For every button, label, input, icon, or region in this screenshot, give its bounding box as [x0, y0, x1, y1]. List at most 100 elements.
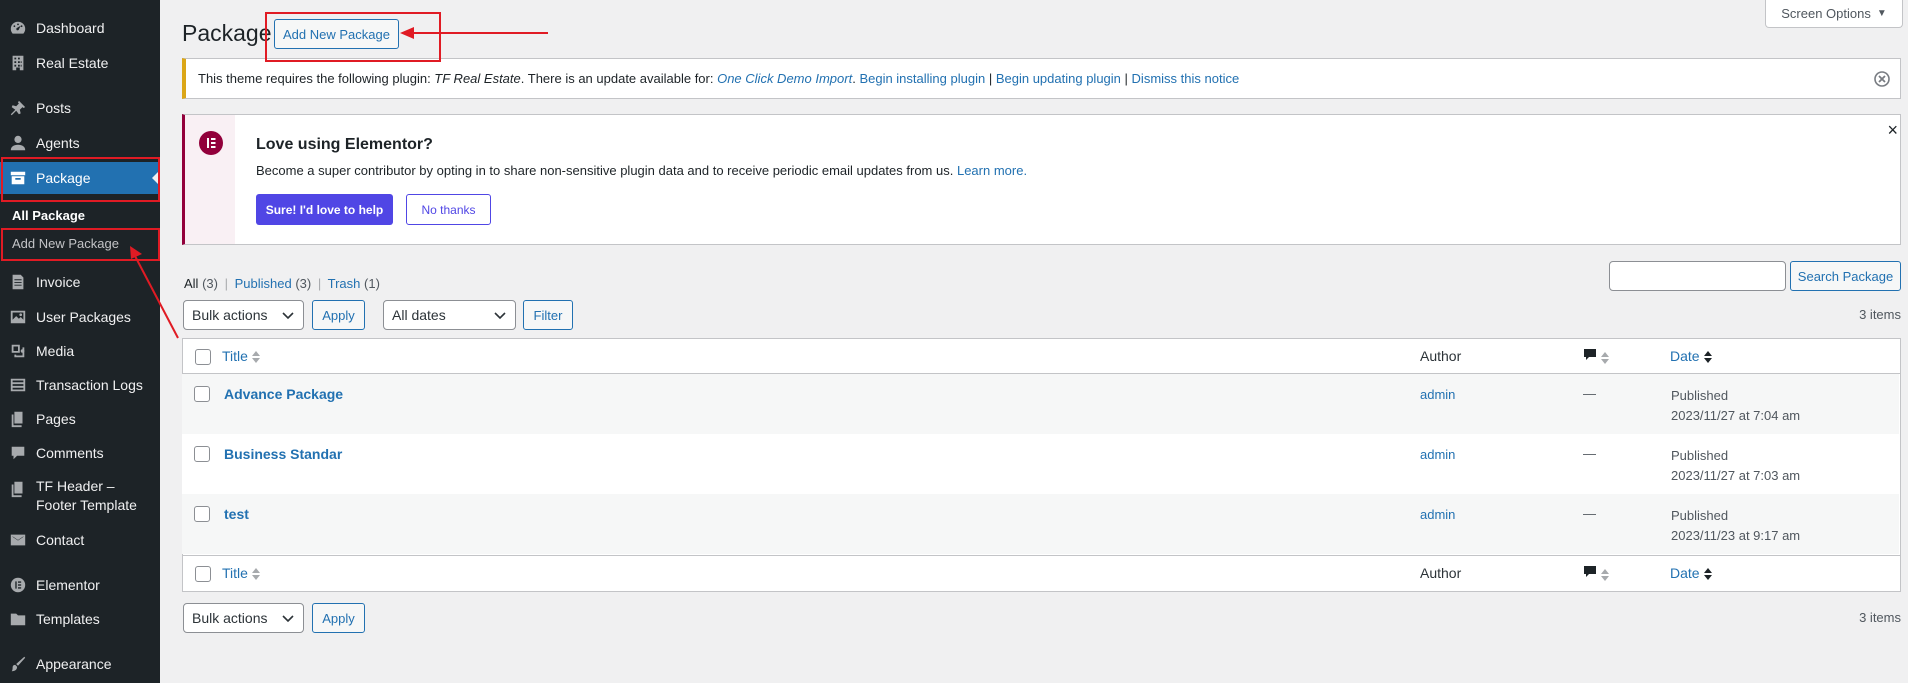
menu-contact[interactable]: Contact — [0, 525, 160, 555]
column-title-header[interactable]: Title — [222, 348, 260, 364]
column-date-label[interactable]: Date — [1670, 565, 1700, 581]
column-comments-header[interactable] — [1583, 348, 1609, 365]
update-plugin-link[interactable]: One Click Demo Import — [717, 71, 852, 86]
filter-button[interactable]: Filter — [523, 300, 573, 330]
screen-options-button[interactable]: Screen Options ▼ — [1765, 0, 1903, 28]
menu-elementor[interactable]: Elementor — [0, 570, 160, 600]
menu-real-estate-label: Real Estate — [36, 55, 109, 71]
items-count: 3 items — [1859, 307, 1901, 322]
menu-tf-header-line2: Footer Template — [36, 497, 137, 513]
row-author-link[interactable]: admin — [1420, 507, 1455, 522]
envelope-icon — [0, 531, 36, 549]
bulk-actions-select[interactable]: Bulk actions — [183, 300, 304, 330]
menu-media[interactable]: Media — [0, 336, 160, 366]
row-date-value: 2023/11/23 at 9:17 am — [1671, 528, 1801, 543]
dashboard-icon — [0, 19, 36, 37]
column-date-label[interactable]: Date — [1670, 348, 1700, 364]
submenu-all-package[interactable]: All Package — [0, 202, 160, 228]
select-all-checkbox-footer[interactable] — [195, 566, 211, 582]
menu-dashboard-label: Dashboard — [36, 20, 105, 36]
column-title-footer[interactable]: Title — [222, 565, 260, 581]
elementor-notice-body-text: Become a super contributor by opting in … — [256, 163, 954, 178]
menu-user-packages[interactable]: User Packages — [0, 302, 160, 332]
row-author-link[interactable]: admin — [1420, 387, 1455, 402]
search-package-button[interactable]: Search Package — [1790, 261, 1901, 291]
filter-trash[interactable]: Trash — [328, 276, 361, 291]
filter-all-count: (3) — [202, 276, 218, 291]
list-icon — [0, 376, 36, 394]
search-input[interactable] — [1609, 261, 1786, 291]
menu-agents[interactable]: Agents — [0, 128, 160, 158]
notice-prefix: This theme requires the following plugin… — [198, 71, 435, 86]
table-row: Business Standar admin — Published 2023/1… — [182, 434, 1899, 494]
menu-real-estate[interactable]: Real Estate — [0, 48, 160, 78]
column-comments-footer[interactable] — [1583, 565, 1609, 582]
filter-all[interactable]: All — [184, 276, 198, 291]
bulk-actions-select-bottom[interactable]: Bulk actions — [183, 603, 304, 633]
row-title-link[interactable]: Business Standar — [224, 446, 342, 462]
filter-sep: | — [224, 276, 228, 291]
menu-comments-label: Comments — [36, 445, 104, 461]
opt-in-button[interactable]: Sure! I'd love to help — [256, 194, 393, 225]
apply-button[interactable]: Apply — [312, 300, 365, 330]
menu-package[interactable]: Package — [0, 162, 160, 194]
dismiss-icon[interactable] — [1874, 71, 1890, 87]
learn-more-link[interactable]: Learn more. — [957, 163, 1027, 178]
menu-contact-label: Contact — [36, 532, 85, 548]
begin-updating-link[interactable]: Begin updating plugin — [996, 71, 1121, 86]
column-title-label[interactable]: Title — [222, 348, 248, 364]
filter-published[interactable]: Published — [235, 276, 292, 291]
elementor-icon — [0, 576, 36, 594]
elementor-notice-icon-panel — [185, 115, 235, 244]
pin-icon — [0, 99, 36, 117]
active-menu-pointer — [152, 170, 160, 186]
sort-desc-icon — [1703, 351, 1712, 364]
menu-dashboard[interactable]: Dashboard — [0, 13, 160, 43]
close-icon[interactable]: × — [1887, 120, 1898, 141]
menu-posts[interactable]: Posts — [0, 93, 160, 123]
menu-templates[interactable]: Templates — [0, 604, 160, 634]
row-comments: — — [1583, 506, 1596, 521]
no-thanks-button[interactable]: No thanks — [406, 194, 491, 225]
row-status: Published — [1671, 388, 1729, 403]
menu-invoice-label: Invoice — [36, 274, 81, 290]
menu-transaction-logs[interactable]: Transaction Logs — [0, 370, 160, 400]
archive-icon — [0, 169, 36, 187]
row-checkbox[interactable] — [194, 386, 210, 402]
menu-transaction-logs-label: Transaction Logs — [36, 377, 143, 393]
menu-templates-label: Templates — [36, 611, 100, 627]
menu-pages[interactable]: Pages — [0, 404, 160, 434]
row-checkbox[interactable] — [194, 506, 210, 522]
apply-button-bottom[interactable]: Apply — [312, 603, 365, 633]
menu-agents-label: Agents — [36, 135, 80, 151]
row-title-link[interactable]: test — [224, 506, 249, 522]
column-author-header: Author — [1420, 348, 1462, 364]
chevron-down-icon — [282, 615, 294, 623]
menu-tf-header-footer[interactable]: TF Header – Footer Template — [0, 477, 160, 517]
all-dates-select[interactable]: All dates — [383, 300, 516, 330]
menu-comments[interactable]: Comments — [0, 438, 160, 468]
comment-icon — [0, 444, 36, 462]
row-checkbox[interactable] — [194, 446, 210, 462]
add-new-package-button[interactable]: Add New Package — [274, 19, 399, 49]
menu-appearance-label: Appearance — [36, 656, 112, 672]
row-status: Published — [1671, 448, 1729, 463]
row-date: Published 2023/11/23 at 9:17 am — [1671, 506, 1800, 546]
plugin-notice-text: This theme requires the following plugin… — [198, 71, 1239, 86]
menu-invoice[interactable]: Invoice — [0, 267, 160, 297]
column-title-label[interactable]: Title — [222, 565, 248, 581]
column-date-footer[interactable]: Date — [1670, 565, 1712, 581]
row-title-link[interactable]: Advance Package — [224, 386, 343, 402]
menu-appearance[interactable]: Appearance — [0, 649, 160, 679]
building-icon — [0, 54, 36, 72]
column-date-header[interactable]: Date — [1670, 348, 1712, 364]
dismiss-notice-link[interactable]: Dismiss this notice — [1132, 71, 1240, 86]
row-status: Published — [1671, 508, 1729, 523]
begin-installing-link[interactable]: Begin installing plugin — [859, 71, 985, 86]
document-icon — [0, 273, 36, 291]
select-all-checkbox[interactable] — [195, 349, 211, 365]
submenu-add-new-package[interactable]: Add New Package — [0, 230, 160, 256]
row-comments: — — [1583, 386, 1596, 401]
row-date: Published 2023/11/27 at 7:04 am — [1671, 386, 1800, 426]
row-author-link[interactable]: admin — [1420, 447, 1455, 462]
